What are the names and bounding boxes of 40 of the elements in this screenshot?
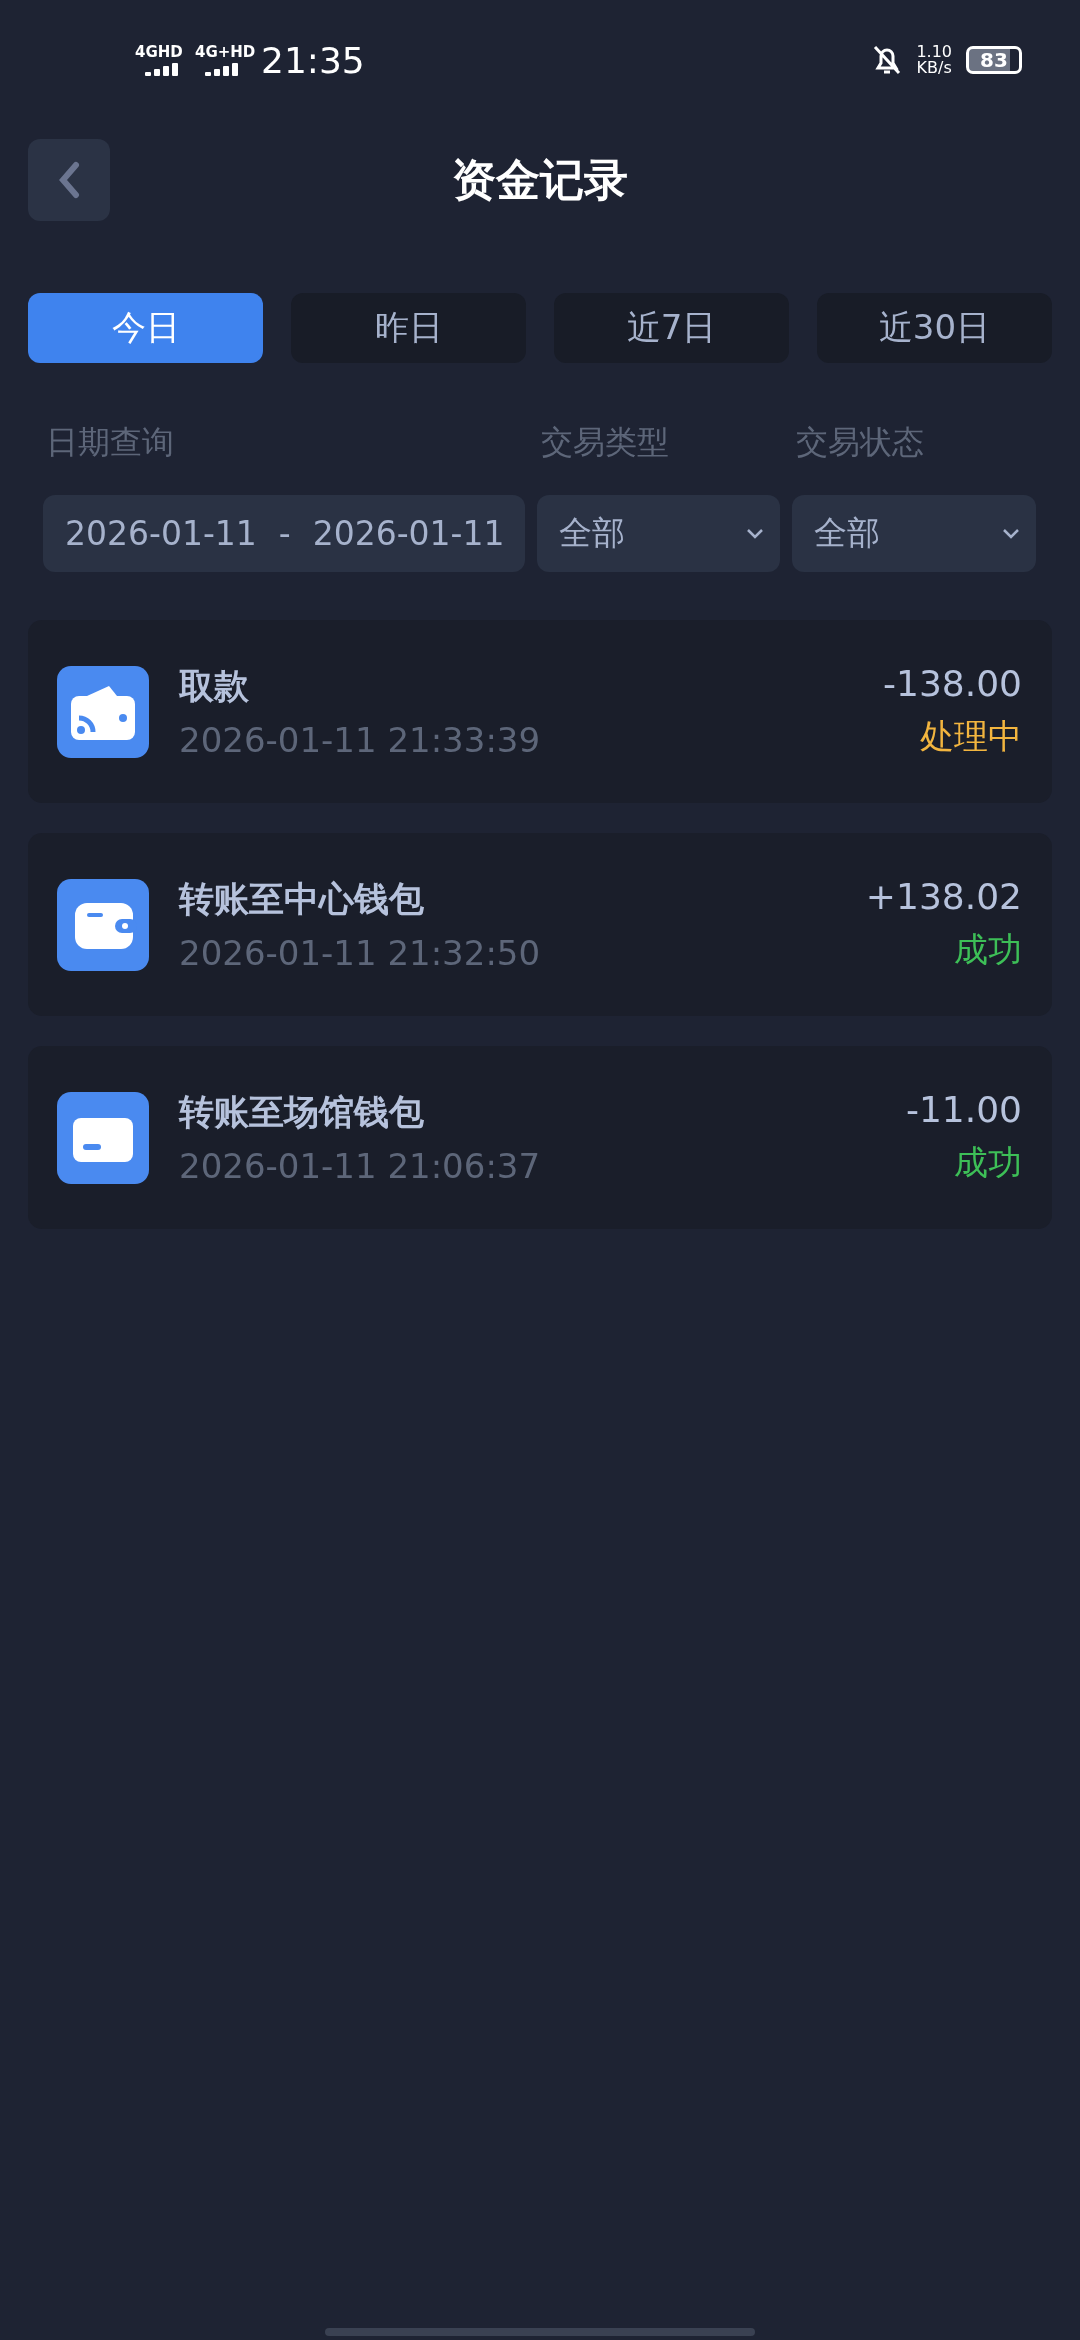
chevron-down-icon xyxy=(746,527,764,540)
bell-off-icon xyxy=(872,44,903,76)
back-button[interactable] xyxy=(28,139,110,221)
record-time: 2026-01-11 21:06:37 xyxy=(179,1146,541,1186)
record-amount: -138.00 xyxy=(883,663,1022,704)
date-range-field[interactable]: 2026-01-11 - 2026-01-11 xyxy=(43,495,525,572)
record-card[interactable]: 转账至场馆钱包 2026-01-11 21:06:37 -11.00 成功 xyxy=(28,1046,1052,1229)
type-dropdown[interactable]: 全部 xyxy=(537,495,780,572)
record-amount: +138.02 xyxy=(865,876,1022,917)
record-status: 处理中 xyxy=(920,715,1022,758)
battery-level: 83 xyxy=(966,46,1022,74)
date-tab[interactable]: 近7日 xyxy=(554,293,789,363)
network-label: 4GHD xyxy=(135,44,183,60)
status-dropdown[interactable]: 全部 xyxy=(792,495,1036,572)
speed-unit: KB/s xyxy=(916,60,952,76)
wallet-signal-icon xyxy=(57,665,149,758)
page-title: 资金记录 xyxy=(452,152,628,207)
record-card[interactable]: 转账至中心钱包 2026-01-11 21:32:50 +138.02 成功 xyxy=(28,833,1052,1016)
clock-time: 21:35 xyxy=(261,39,365,81)
record-status: 成功 xyxy=(954,1141,1022,1184)
date-tab[interactable]: 今日 xyxy=(28,293,263,363)
network-label: 4G+HD xyxy=(195,44,256,60)
chevron-down-icon xyxy=(1002,527,1020,540)
record-title: 转账至场馆钱包 xyxy=(179,1091,425,1134)
record-time: 2026-01-11 21:33:39 xyxy=(179,720,541,760)
record-amount: -11.00 xyxy=(905,1089,1022,1130)
wallet-icon xyxy=(57,878,149,971)
record-card[interactable]: 取款 2026-01-11 21:33:39 -138.00 处理中 xyxy=(28,620,1052,803)
filter-label: 交易状态 xyxy=(796,422,925,463)
record-title: 取款 xyxy=(179,665,250,708)
card-icon xyxy=(57,1091,149,1184)
date-tab[interactable]: 近30日 xyxy=(817,293,1052,363)
speed-value: 1.10 xyxy=(916,44,952,60)
record-title: 转账至中心钱包 xyxy=(179,878,425,921)
record-time: 2026-01-11 21:32:50 xyxy=(179,933,541,973)
date-tab[interactable]: 昨日 xyxy=(291,293,526,363)
record-status: 成功 xyxy=(954,928,1022,971)
filter-label: 日期查询 xyxy=(46,422,175,463)
filter-label: 交易类型 xyxy=(541,422,670,463)
back-chevron-icon xyxy=(57,161,81,199)
